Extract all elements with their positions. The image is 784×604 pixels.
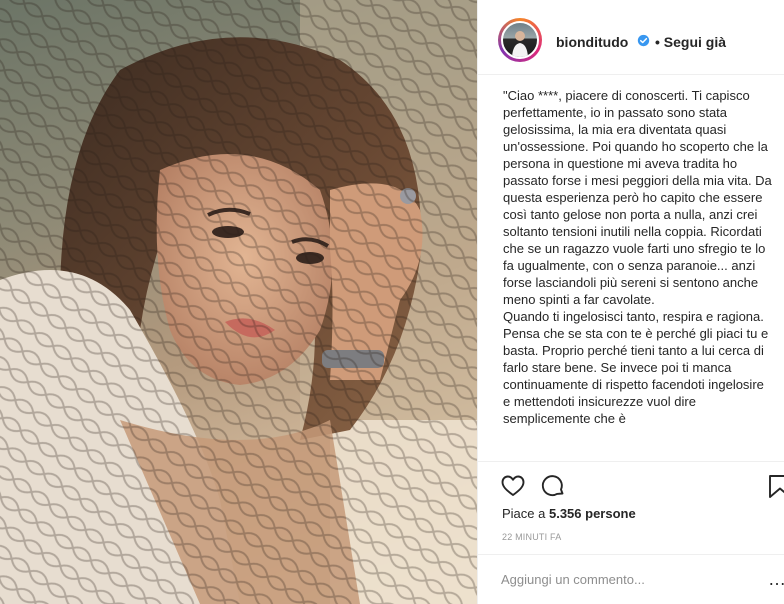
post-timestamp[interactable]: 22 MINUTI FA [502, 532, 561, 542]
post-sidebar: bionditudo • Segui già "Ciao ****, piace… [477, 0, 784, 604]
likes-label: Piace a [502, 506, 549, 521]
avatar-person-icon [512, 31, 528, 57]
action-bar [478, 461, 784, 509]
comment-input[interactable] [501, 569, 741, 589]
following-button[interactable]: • Segui già [655, 34, 726, 50]
post-photo[interactable] [0, 0, 477, 604]
username[interactable]: bionditudo [556, 34, 628, 50]
avatar[interactable] [498, 18, 542, 62]
portrait-photo [0, 0, 477, 604]
heart-icon[interactable] [500, 473, 526, 499]
comment-bar: … [478, 554, 784, 604]
likes-count[interactable]: Piace a 5.356 persone [502, 506, 636, 521]
comment-icon[interactable] [540, 473, 566, 499]
post-header: bionditudo • Segui già [478, 0, 784, 75]
post-caption: "Ciao ****, piacere di conoscerti. Ti ca… [503, 88, 772, 426]
likes-number[interactable]: 5.356 persone [549, 506, 636, 521]
bookmark-icon[interactable] [767, 473, 784, 499]
verified-badge-icon [637, 34, 650, 47]
more-options-icon[interactable]: … [768, 570, 784, 588]
caption-scroll-area[interactable]: "Ciao ****, piacere di conoscerti. Ti ca… [478, 76, 784, 461]
